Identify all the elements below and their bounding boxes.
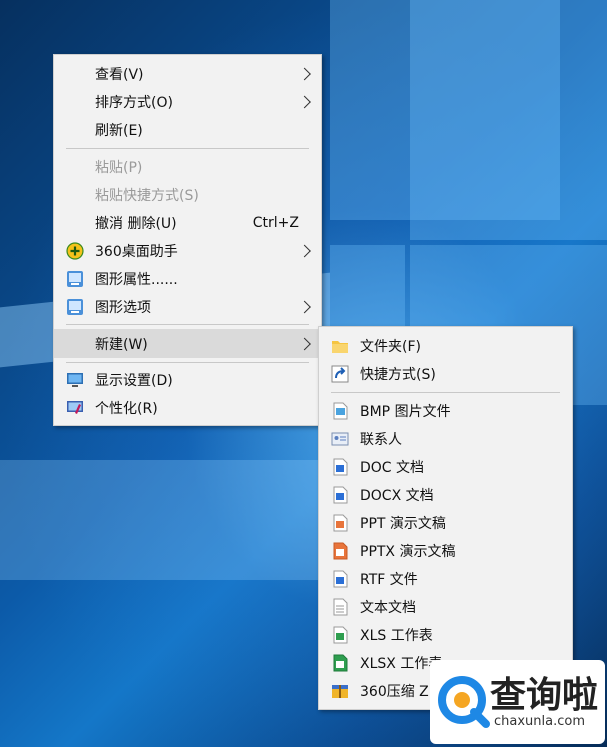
menu-item-graphics-options[interactable]: 图形选项 [54, 293, 321, 321]
menu-item-label: 刷新(E) [95, 123, 143, 139]
submenu-item-shortcut[interactable]: 快捷方式(S) [319, 360, 572, 388]
menu-item-refresh[interactable]: 刷新(E) [54, 116, 321, 144]
chevron-right-icon [298, 95, 311, 109]
submenu-item-doc[interactable]: DOC 文档 [319, 453, 572, 481]
menu-item-label: 图形选项 [95, 300, 151, 316]
360-plus-icon [66, 242, 84, 260]
shortcut-arrow-icon [331, 365, 349, 383]
watermark-domain: chaxunla.com [494, 714, 585, 729]
chevron-right-icon [298, 300, 311, 314]
submenu-item-contact[interactable]: 联系人 [319, 425, 572, 453]
menu-item-label: 新建(W) [95, 336, 148, 353]
menu-item-graphics-properties[interactable]: 图形属性...... [54, 265, 321, 293]
submenu-item-label: XLS 工作表 [360, 628, 433, 644]
menu-item-360-desktop-helper[interactable]: 360桌面助手 [54, 237, 321, 265]
submenu-item-bmp[interactable]: BMP 图片文件 [319, 397, 572, 425]
submenu-item-ppt[interactable]: PPT 演示文稿 [319, 509, 572, 537]
submenu-item-label: DOC 文档 [360, 460, 425, 476]
submenu-item-label: DOCX 文档 [360, 488, 434, 504]
graphics-icon [66, 298, 84, 316]
menu-item-label: 查看(V) [95, 67, 144, 83]
menu-separator [66, 148, 309, 149]
desktop-context-menu: 查看(V) 排序方式(O) 刷新(E) 粘贴(P) 粘贴快捷方式(S) 撤消 删… [53, 54, 322, 426]
menu-item-paste-shortcut[interactable]: 粘贴快捷方式(S) [54, 181, 321, 209]
menu-item-paste[interactable]: 粘贴(P) [54, 153, 321, 181]
menu-item-new[interactable]: 新建(W) [54, 329, 321, 358]
submenu-item-label: 文件夹(F) [360, 339, 421, 355]
menu-item-view[interactable]: 查看(V) [54, 60, 321, 88]
light-beam-floor [0, 460, 330, 580]
submenu-item-label: 文本文档 [360, 600, 416, 616]
menu-item-undo-delete[interactable]: 撤消 删除(U) Ctrl+Z [54, 209, 321, 237]
text-file-icon [331, 598, 349, 616]
menu-item-label: 粘贴快捷方式(S) [95, 188, 199, 204]
menu-item-label: 排序方式(O) [95, 95, 173, 111]
new-submenu: 文件夹(F) 快捷方式(S) BMP 图片文件 联系人 DOC 文档 DOCX … [318, 326, 573, 710]
menu-item-label: 显示设置(D) [95, 373, 173, 389]
ppt-file-icon [331, 514, 349, 532]
submenu-item-label: BMP 图片文件 [360, 404, 451, 420]
watermark-badge: 查询啦 chaxunla.com [430, 660, 605, 744]
submenu-item-folder[interactable]: 文件夹(F) [319, 332, 572, 360]
submenu-item-label: 360压缩 Z [360, 684, 429, 700]
personalize-icon [66, 399, 84, 417]
menu-item-personalize[interactable]: 个性化(R) [54, 394, 321, 422]
submenu-item-label: RTF 文件 [360, 572, 418, 588]
monitor-icon [66, 371, 84, 389]
bmp-file-icon [331, 402, 349, 420]
submenu-item-text[interactable]: 文本文档 [319, 593, 572, 621]
submenu-item-label: PPT 演示文稿 [360, 516, 446, 532]
menu-separator [66, 362, 309, 363]
menu-item-label: 粘贴(P) [95, 160, 143, 176]
xls-file-icon [331, 626, 349, 644]
menu-item-label: 撤消 删除(U) [95, 216, 177, 232]
rtf-file-icon [331, 570, 349, 588]
menu-item-shortcut: Ctrl+Z [252, 215, 299, 231]
submenu-item-docx[interactable]: DOCX 文档 [319, 481, 572, 509]
submenu-item-label: 联系人 [360, 432, 402, 448]
graphics-icon [66, 270, 84, 288]
submenu-item-rtf[interactable]: RTF 文件 [319, 565, 572, 593]
watermark-title: 查询啦 [490, 675, 599, 716]
zip-archive-icon [331, 682, 349, 700]
doc-file-icon [331, 458, 349, 476]
window-logo-pane-tr [410, 0, 607, 240]
pptx-file-icon [331, 542, 349, 560]
chevron-right-icon [298, 337, 311, 350]
submenu-item-label: 快捷方式(S) [360, 367, 436, 383]
xlsx-file-icon [331, 654, 349, 672]
folder-icon [331, 337, 349, 355]
menu-item-label: 个性化(R) [95, 401, 158, 417]
menu-item-label: 图形属性...... [95, 272, 178, 288]
chevron-right-icon [298, 244, 311, 258]
menu-separator [66, 324, 309, 325]
menu-separator [331, 392, 560, 393]
submenu-item-pptx[interactable]: PPTX 演示文稿 [319, 537, 572, 565]
watermark-logo [438, 676, 490, 728]
menu-item-label: 360桌面助手 [95, 244, 178, 260]
chevron-right-icon [298, 67, 311, 81]
contact-card-icon [331, 430, 349, 448]
submenu-item-xls[interactable]: XLS 工作表 [319, 621, 572, 649]
docx-file-icon [331, 486, 349, 504]
submenu-item-label: PPTX 演示文稿 [360, 544, 456, 560]
menu-item-display-settings[interactable]: 显示设置(D) [54, 366, 321, 394]
menu-item-sort-by[interactable]: 排序方式(O) [54, 88, 321, 116]
